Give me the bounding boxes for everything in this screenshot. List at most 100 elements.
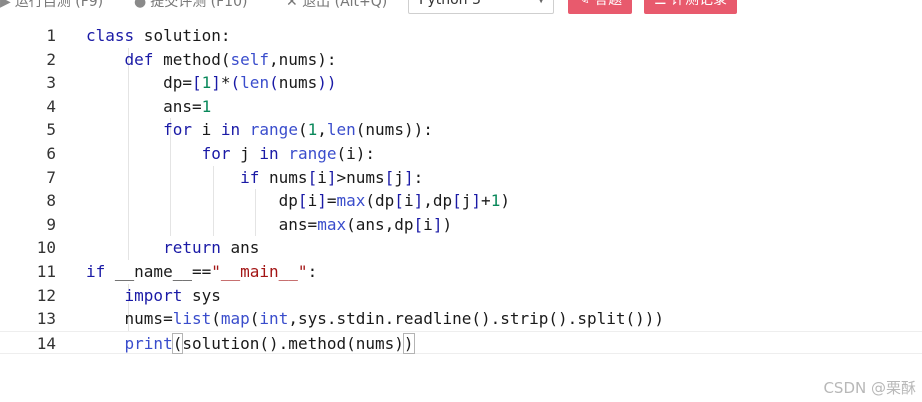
code-text: dp=[1]*(len(nums)) — [86, 71, 337, 95]
code-token: len — [326, 120, 356, 140]
code-token: : — [413, 167, 424, 187]
code-line[interactable]: 4 ans=1 — [0, 95, 922, 119]
code-line[interactable]: 5 for i in range(1,len(nums)): — [0, 118, 922, 142]
code-token: ] — [413, 191, 424, 211]
text-cursor — [413, 333, 415, 352]
code-token: (i): — [336, 144, 376, 163]
run-self-test-button[interactable]: ▶ 运行自测 (F9) — [0, 0, 103, 13]
code-token: 1 — [490, 191, 501, 211]
code-token: j — [461, 191, 472, 211]
code-editor[interactable]: 1 class solution: 2 def method(self,nums):… — [0, 20, 922, 360]
chevron-down-icon: ▼ — [537, 0, 545, 13]
code-token: : — [307, 262, 318, 281]
code-text: return ans — [86, 236, 259, 260]
code-token: )) — [317, 73, 337, 93]
code-token: max — [336, 191, 366, 211]
line-number: 5 — [46, 120, 56, 140]
code-token: ans — [220, 238, 260, 258]
code-token: ( — [230, 73, 241, 93]
code-token: nums — [278, 73, 318, 93]
submit-button[interactable]: ● 提交评测 (F10) — [134, 0, 247, 13]
code-token: [ — [297, 191, 308, 211]
code-line[interactable]: 8 dp[i]=max(dp[i],dp[j]+1) — [0, 189, 922, 213]
line-number: 9 — [46, 214, 56, 234]
code-token: dp= — [86, 73, 192, 93]
line-number: 8 — [46, 191, 56, 211]
line-number: 13 — [36, 309, 56, 329]
code-token: [ — [394, 191, 404, 211]
code-line[interactable]: 7 if nums[i]>nums[j]: — [0, 166, 922, 190]
line-number: 14 — [36, 333, 56, 353]
line-number: 11 — [36, 262, 56, 281]
code-token: i — [317, 167, 327, 187]
code-token: return — [163, 238, 221, 258]
code-text: class solution: — [86, 24, 231, 48]
language-select[interactable]: Python 3 ▼ — [408, 0, 554, 14]
code-token: ) — [442, 214, 453, 234]
line-number: 12 — [36, 285, 56, 305]
pencil-icon: ✎ — [578, 0, 590, 8]
code-line[interactable]: 9 ans=max(ans,dp[i]) — [0, 213, 922, 237]
code-token: nums= — [86, 309, 173, 329]
code-text: nums=list(map(int,sys.stdin.readline().s… — [86, 307, 664, 331]
code-token: * — [220, 73, 231, 93]
code-token: [ — [191, 73, 202, 93]
code-text: ans=max(ans,dp[i]) — [86, 213, 452, 237]
code-token: "__main__" — [211, 262, 308, 281]
code-token: def — [124, 49, 154, 69]
code-line[interactable]: 1 class solution: — [0, 24, 922, 48]
code-token: ] — [211, 73, 221, 93]
code-line[interactable]: 6 for j in range(i): — [0, 142, 922, 166]
code-line[interactable]: 12 import sys — [0, 284, 922, 308]
code-text: ans=1 — [86, 95, 211, 119]
code-token: [ — [413, 214, 424, 234]
code-text: if __name__=="__main__": — [86, 260, 317, 284]
code-token: [ — [307, 167, 318, 187]
line-number: 3 — [46, 73, 56, 93]
code-token: ,nums): — [269, 49, 337, 69]
exit-button[interactable]: ✕ 退出 (Alt+Q) — [286, 0, 387, 13]
code-token: ans= — [86, 214, 318, 234]
code-token: class — [86, 26, 135, 45]
code-line[interactable]: 11 if __name__=="__main__": — [0, 260, 922, 284]
answer-button[interactable]: ✎ 答题 — [568, 0, 633, 14]
code-line[interactable]: 3 dp=[1]*(len(nums)) — [0, 71, 922, 95]
line-number: 4 — [46, 96, 56, 116]
code-token: ,sys.stdin.readline().strip().split())) — [288, 309, 665, 329]
code-token: for — [201, 144, 231, 163]
code-token: map — [220, 309, 250, 329]
code-token: max — [317, 214, 347, 234]
code-text: import sys — [86, 284, 221, 308]
line-number: 1 — [46, 26, 56, 45]
code-text: for i in range(1,len(nums)): — [86, 118, 433, 142]
code-text: if nums[i]>nums[j]: — [86, 166, 423, 190]
code-text: dp[i]=max(dp[i],dp[j]+1) — [86, 189, 510, 213]
code-token: import — [124, 285, 183, 305]
code-token: solution().method(nums) — [182, 333, 404, 353]
watermark: CSDN @栗酥 — [823, 379, 916, 397]
code-token: (dp — [365, 191, 395, 211]
line-number: 10 — [36, 238, 56, 258]
records-button[interactable]: ☰ 评测记录 — [644, 0, 738, 14]
code-token: ) — [500, 191, 510, 211]
code-text: print(solution().method(nums)) — [86, 332, 415, 356]
code-token: ) — [402, 332, 415, 354]
line-number: 2 — [46, 49, 56, 69]
editor-toolbar: ▶ 运行自测 (F9) ● 提交评测 (F10) ✕ 退出 (Alt+Q) Py… — [0, 0, 922, 16]
code-token: in — [220, 120, 241, 140]
code-token: i — [307, 191, 318, 211]
code-token: (ans,dp — [346, 214, 414, 234]
code-line[interactable]: 2 def method(self,nums): — [0, 48, 922, 72]
code-line[interactable]: 10 return ans — [0, 236, 922, 260]
code-token: ( — [297, 120, 308, 140]
code-token: 1 — [201, 73, 212, 93]
code-line[interactable]: 13 nums=list(map(int,sys.stdin.readline(… — [0, 307, 922, 331]
code-token: [ — [452, 191, 462, 211]
code-line[interactable]: 14 print(solution().method(nums)) — [0, 330, 922, 356]
code-token: sys — [182, 285, 221, 305]
